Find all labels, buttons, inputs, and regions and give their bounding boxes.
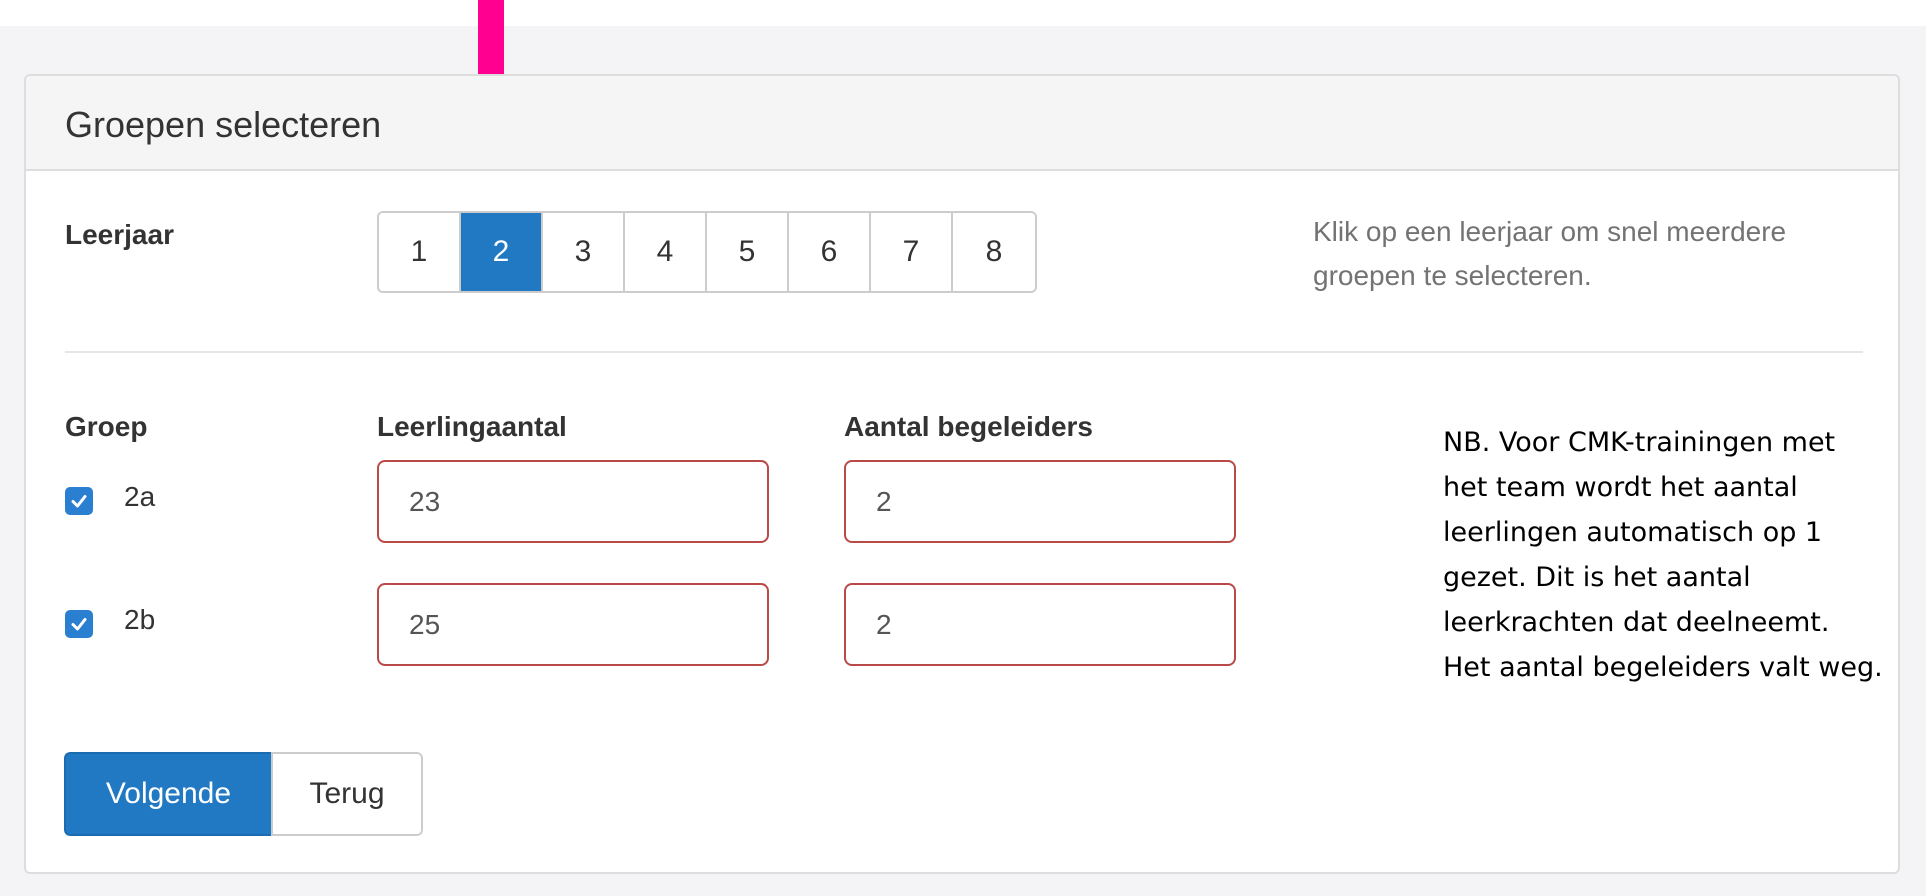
leerjaar-button-8[interactable]: 8 xyxy=(953,213,1035,291)
panel-heading: Groepen selecteren xyxy=(26,76,1898,171)
divider xyxy=(65,351,1863,353)
groups-panel: Groepen selecteren Leerjaar 1 2 3 4 5 6 … xyxy=(24,74,1900,874)
group-2a-leerlingaantal-input[interactable] xyxy=(377,460,769,543)
group-2b-begeleiders-input[interactable] xyxy=(844,583,1236,666)
group-2a-begeleiders-input[interactable] xyxy=(844,460,1236,543)
leerjaar-button-6[interactable]: 6 xyxy=(789,213,871,291)
leerlingaantal-header: Leerlingaantal xyxy=(377,411,567,442)
form-button-group: Volgende Terug xyxy=(64,752,423,836)
cmk-note: NB. Voor CMK-trainingen met het team wor… xyxy=(1443,427,1883,683)
leerjaar-label: Leerjaar xyxy=(65,219,174,250)
group-2b-label: 2b xyxy=(124,604,156,635)
panel-title: Groepen selecteren xyxy=(65,104,382,145)
groep-header: Groep xyxy=(65,411,148,442)
group-2a-label: 2a xyxy=(124,481,156,512)
leerjaar-button-group: 1 2 3 4 5 6 7 8 xyxy=(377,211,1037,293)
leerjaar-button-7[interactable]: 7 xyxy=(871,213,953,291)
leerjaar-button-5[interactable]: 5 xyxy=(707,213,789,291)
leerjaar-button-4[interactable]: 4 xyxy=(625,213,707,291)
checkmark-icon xyxy=(71,618,87,631)
leerjaar-button-3[interactable]: 3 xyxy=(543,213,625,291)
group-2b-checkbox[interactable] xyxy=(65,610,93,638)
leerjaar-button-1[interactable]: 1 xyxy=(379,213,461,291)
leerjaar-help-text: Klik op een leerjaar om snel meerdere gr… xyxy=(1313,216,1787,291)
checkmark-icon xyxy=(71,495,87,508)
back-button[interactable]: Terug xyxy=(271,752,423,836)
group-2a-checkbox[interactable] xyxy=(65,487,93,515)
next-button[interactable]: Volgende xyxy=(64,752,271,836)
group-2b-leerlingaantal-input[interactable] xyxy=(377,583,769,666)
leerjaar-button-2[interactable]: 2 xyxy=(461,213,543,291)
begeleiders-header: Aantal begeleiders xyxy=(844,411,1093,442)
